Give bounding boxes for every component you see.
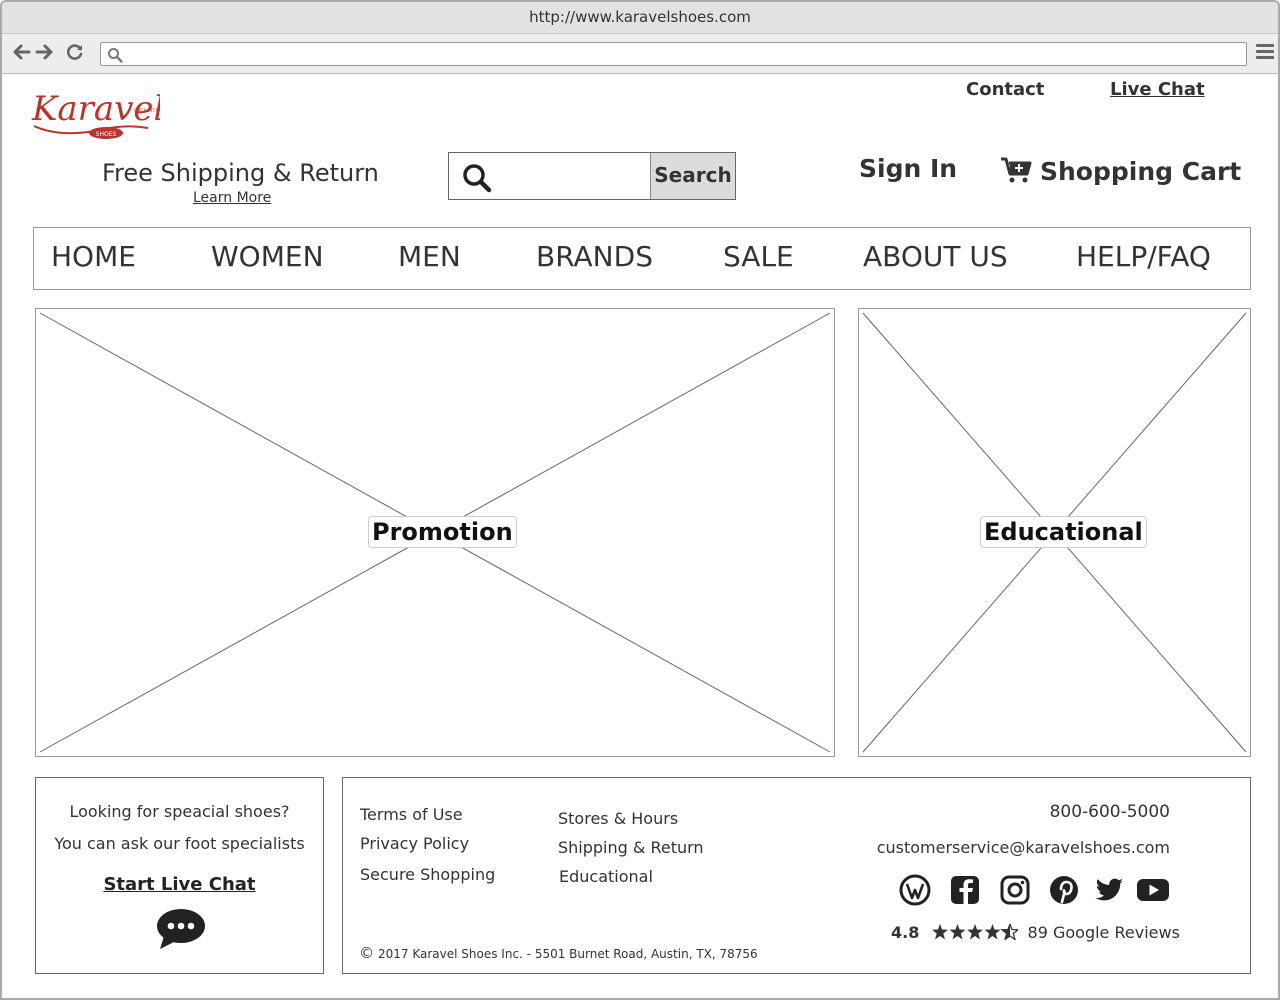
free-shipping-text: Free Shipping & Return: [102, 159, 379, 187]
search-box: Search: [448, 152, 736, 200]
promotion-banner[interactable]: Promotion: [35, 308, 835, 757]
rating-stars: [932, 922, 1021, 943]
pinterest-icon[interactable]: [1047, 874, 1081, 906]
nav-item-women[interactable]: WOMEN: [211, 240, 324, 273]
phone-number[interactable]: 800-600-5000: [1050, 802, 1170, 822]
twitter-icon[interactable]: [1092, 874, 1126, 906]
browser-title-url: http://www.karavelshoes.com: [2, 2, 1278, 34]
live-chat-box: Looking for speacial shoes? You can ask …: [35, 777, 324, 974]
footer-link-shipping[interactable]: Shipping & Return: [558, 838, 704, 857]
footer-link-stores[interactable]: Stores & Hours: [558, 809, 678, 828]
promotion-label: Promotion: [368, 516, 517, 548]
search-button[interactable]: Search: [650, 153, 735, 199]
shopping-cart-icon: [1001, 157, 1032, 183]
search-input[interactable]: [501, 159, 649, 193]
speech-bubble-icon[interactable]: [156, 908, 206, 950]
facebook-icon[interactable]: [948, 874, 982, 906]
educational-banner[interactable]: Educational: [858, 308, 1251, 757]
educational-label: Educational: [980, 516, 1147, 548]
back-arrow-icon[interactable]: [10, 42, 32, 64]
search-icon: [463, 164, 492, 193]
live-chat-link[interactable]: Live Chat: [1110, 79, 1205, 100]
learn-more-link[interactable]: Learn More: [193, 190, 271, 206]
logo[interactable]: Karavel SHOES SINCE 1977: [30, 80, 164, 146]
browser-toolbar: [2, 34, 1278, 74]
reload-icon[interactable]: [64, 42, 86, 64]
wordpress-icon[interactable]: [898, 874, 932, 906]
browser-window: http://www.karavelshoes.com Karavel SHOE…: [0, 0, 1280, 1000]
logo-sub: SHOES: [96, 131, 117, 138]
logo-small: SINCE 1977: [134, 108, 158, 113]
chat-prompt-line-2: You can ask our foot specialists: [54, 834, 305, 853]
google-rating[interactable]: 4.8 89 Google Reviews: [891, 922, 1180, 943]
footer-link-educational[interactable]: Educational: [559, 867, 653, 886]
address-bar[interactable]: [100, 42, 1247, 66]
nav-item-home[interactable]: HOME: [51, 240, 136, 273]
footer-link-privacy[interactable]: Privacy Policy: [360, 834, 469, 853]
sign-in-link[interactable]: Sign In: [859, 154, 957, 183]
footer: Terms of Use Privacy Policy Secure Shopp…: [342, 777, 1251, 974]
main-nav: HOME WOMEN MEN BRANDS SALE ABOUT US HELP…: [33, 227, 1251, 290]
hamburger-menu-icon[interactable]: [1256, 44, 1274, 62]
email-link[interactable]: customerservice@karavelshoes.com: [877, 838, 1170, 857]
shopping-cart-label: Shopping Cart: [1040, 157, 1242, 186]
youtube-icon[interactable]: [1136, 874, 1170, 906]
contact-link[interactable]: Contact: [966, 79, 1044, 100]
footer-link-terms[interactable]: Terms of Use: [360, 805, 463, 824]
nav-item-men[interactable]: MEN: [398, 240, 461, 273]
rating-value: 4.8: [891, 923, 920, 942]
instagram-icon[interactable]: [998, 874, 1032, 906]
forward-arrow-icon[interactable]: [34, 42, 56, 64]
copyright-text: 2017 Karavel Shoes Inc. - 5501 Burnet Ro…: [378, 947, 758, 961]
nav-item-sale[interactable]: SALE: [723, 240, 794, 273]
nav-item-brands[interactable]: BRANDS: [536, 240, 653, 273]
copyright: © 2017 Karavel Shoes Inc. - 5501 Burnet R…: [359, 944, 758, 962]
chat-prompt-line-1: Looking for speacial shoes?: [69, 802, 290, 821]
rating-text: 89 Google Reviews: [1027, 923, 1180, 942]
search-icon: [108, 48, 123, 63]
nav-item-about-us[interactable]: ABOUT US: [863, 240, 1008, 273]
nav-item-help-faq[interactable]: HELP/FAQ: [1076, 240, 1211, 273]
start-live-chat-link[interactable]: Start Live Chat: [36, 874, 323, 895]
shopping-cart-link[interactable]: Shopping Cart: [1000, 156, 1241, 186]
copyright-symbol: ©: [359, 944, 374, 962]
footer-link-secure-shopping[interactable]: Secure Shopping: [360, 865, 495, 884]
